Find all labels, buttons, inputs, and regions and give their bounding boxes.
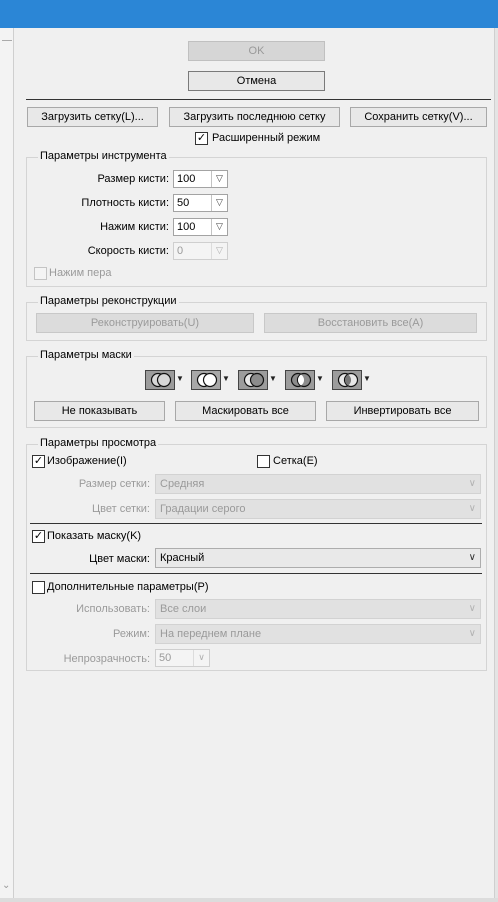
mesh-color-label: Цвет сетки: xyxy=(91,503,150,515)
load-last-mesh-button[interactable]: Загрузить последнюю сетку xyxy=(169,107,340,127)
chevron-down-icon[interactable]: ⌄ xyxy=(2,880,10,891)
mesh-color-value[interactable]: Градации серого xyxy=(160,503,246,515)
mask-color-label: Цвет маски: xyxy=(89,553,150,565)
brush-rate-label: Скорость кисти: xyxy=(87,245,169,257)
divider xyxy=(30,573,482,574)
chevron-down-icon[interactable]: ∨ xyxy=(469,500,476,518)
chevron-down-icon[interactable]: ▽ xyxy=(211,171,227,187)
show-image-checkbox[interactable]: ✓ xyxy=(32,455,45,468)
brush-size-label: Размер кисти: xyxy=(97,173,169,185)
divider xyxy=(26,99,491,100)
mesh-size-value[interactable]: Средняя xyxy=(160,478,204,490)
brush-size-field[interactable]: 100 ▽ xyxy=(173,170,228,188)
show-mask-checkbox[interactable]: ✓ xyxy=(32,530,45,543)
brush-size-value[interactable]: 100 xyxy=(177,173,195,185)
reconstruct-button[interactable]: Реконструировать(U) xyxy=(36,313,254,333)
invert-all-button[interactable]: Инвертировать все xyxy=(326,401,479,421)
brush-density-value[interactable]: 50 xyxy=(177,197,189,209)
show-mask-label: Показать маску(K) xyxy=(47,530,142,542)
chevron-down-icon[interactable]: ▽ xyxy=(211,219,227,235)
right-window-edge xyxy=(494,28,498,902)
advanced-mode-checkbox[interactable]: ✓ xyxy=(195,132,208,145)
mask-color-value[interactable]: Красный xyxy=(160,552,204,564)
show-image-label: Изображение(I) xyxy=(47,455,127,467)
advanced-mode-label: Расширенный режим xyxy=(212,132,321,144)
show-mesh-label: Сетка(E) xyxy=(273,455,318,467)
divider xyxy=(30,523,482,524)
reconstruct-options-title: Параметры реконструкции xyxy=(38,295,179,307)
opacity-field[interactable]: 50 ∨ xyxy=(155,649,210,667)
tool-options-title: Параметры инструмента xyxy=(38,150,169,162)
chevron-down-icon[interactable]: ∨ xyxy=(469,625,476,643)
window-titlebar xyxy=(0,0,498,28)
stylus-pressure-label: Нажим пера xyxy=(49,267,112,279)
mesh-size-select[interactable]: Средняя ∨ xyxy=(155,474,481,494)
brush-rate-value[interactable]: 0 xyxy=(177,245,183,257)
show-backdrop-label: Дополнительные параметры(P) xyxy=(47,581,209,593)
stylus-pressure-checkbox[interactable] xyxy=(34,267,47,280)
chevron-down-icon[interactable]: ▽ xyxy=(211,243,227,259)
intersect-selection-icon[interactable]: ▼ xyxy=(285,370,325,390)
show-backdrop-checkbox[interactable] xyxy=(32,581,45,594)
invert-selection-icon[interactable]: ▼ xyxy=(332,370,372,390)
scroll-tick xyxy=(2,40,12,41)
use-value[interactable]: Все слои xyxy=(160,603,206,615)
replace-selection-icon[interactable]: ▼ xyxy=(145,370,185,390)
mode-select[interactable]: На переднем плане ∨ xyxy=(155,624,481,644)
restore-all-button[interactable]: Восстановить все(A) xyxy=(264,313,477,333)
chevron-down-icon[interactable]: ∨ xyxy=(193,650,209,666)
save-mesh-button[interactable]: Сохранить сетку(V)... xyxy=(350,107,487,127)
view-options-title: Параметры просмотра xyxy=(38,437,159,449)
chevron-down-icon[interactable]: ∨ xyxy=(469,475,476,493)
load-mesh-button[interactable]: Загрузить сетку(L)... xyxy=(27,107,158,127)
left-scroll-strip: ⌄ xyxy=(0,28,14,902)
add-to-selection-icon[interactable]: ▼ xyxy=(191,370,231,390)
mesh-color-select[interactable]: Градации серого ∨ xyxy=(155,499,481,519)
use-select[interactable]: Все слои ∨ xyxy=(155,599,481,619)
brush-density-label: Плотность кисти: xyxy=(81,197,169,209)
mesh-size-label: Размер сетки: xyxy=(78,478,150,490)
use-label: Использовать: xyxy=(76,603,150,615)
mask-color-select[interactable]: Красный ∨ xyxy=(155,548,481,568)
brush-pressure-value[interactable]: 100 xyxy=(177,221,195,233)
mask-options-title: Параметры маски xyxy=(38,349,134,361)
brush-pressure-field[interactable]: 100 ▽ xyxy=(173,218,228,236)
opacity-value[interactable]: 50 xyxy=(159,652,171,664)
show-mesh-checkbox[interactable] xyxy=(257,455,270,468)
mask-all-button[interactable]: Маскировать все xyxy=(175,401,316,421)
brush-rate-field[interactable]: 0 ▽ xyxy=(173,242,228,260)
chevron-down-icon[interactable]: ∨ xyxy=(469,600,476,618)
mode-value[interactable]: На переднем плане xyxy=(160,628,261,640)
opacity-label: Непрозрачность: xyxy=(63,653,150,665)
bottom-window-edge xyxy=(0,898,498,902)
cancel-button[interactable]: Отмена xyxy=(188,71,325,91)
chevron-down-icon[interactable]: ∨ xyxy=(469,549,476,567)
mode-label: Режим: xyxy=(113,628,150,640)
brush-pressure-label: Нажим кисти: xyxy=(100,221,169,233)
mask-none-button[interactable]: Не показывать xyxy=(34,401,165,421)
ok-button[interactable]: OK xyxy=(188,41,325,61)
subtract-from-selection-icon[interactable]: ▼ xyxy=(238,370,278,390)
chevron-down-icon[interactable]: ▽ xyxy=(211,195,227,211)
brush-density-field[interactable]: 50 ▽ xyxy=(173,194,228,212)
